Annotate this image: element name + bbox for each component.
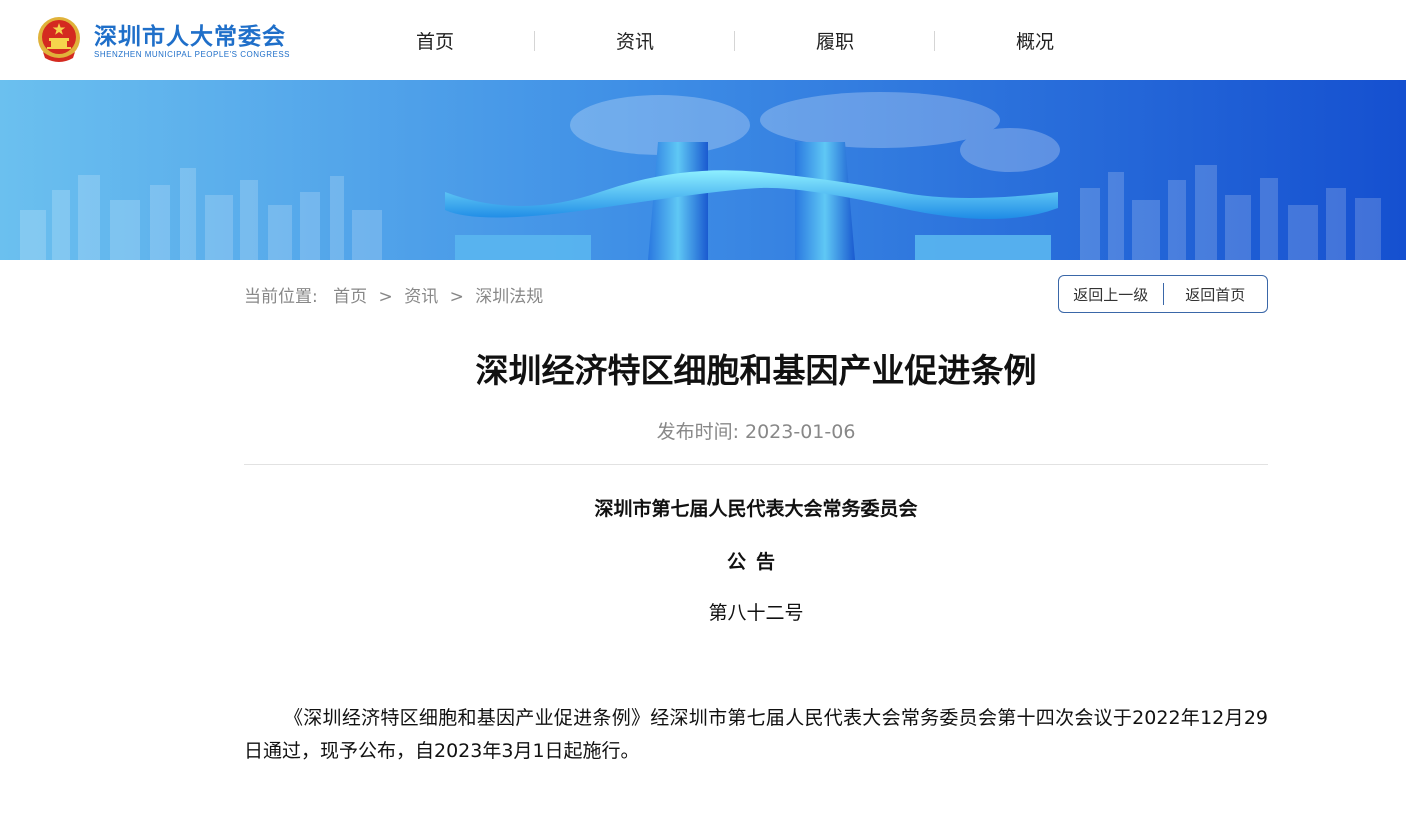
- breadcrumb-separator: >: [449, 287, 464, 307]
- breadcrumb-shenzhen-laws[interactable]: 深圳法规: [475, 287, 543, 307]
- issuer-heading: 深圳市第七届人民代表大会常务委员会: [594, 498, 918, 520]
- national-emblem-logo[interactable]: [37, 16, 81, 62]
- breadcrumb-label: 当前位置:: [244, 287, 318, 307]
- publish-date: 发布时间: 2023-01-06: [656, 421, 856, 443]
- nav-overview[interactable]: 概况: [934, 27, 1135, 54]
- title-divider: [244, 464, 1268, 465]
- header-banner: [0, 80, 1406, 260]
- nav-home[interactable]: 首页: [335, 27, 535, 54]
- banner-illustration: [0, 80, 1406, 260]
- breadcrumb-separator: >: [378, 287, 393, 307]
- main-nav: 首页 资讯 履职 概况: [335, 0, 1135, 80]
- article-title: 深圳经济特区细胞和基因产业促进条例: [475, 351, 1037, 390]
- nav-button-group: 返回上一级 返回首页: [1058, 275, 1268, 313]
- site-header: 深圳市人大常委会 SHENZHEN MUNICIPAL PEOPLE'S CON…: [0, 0, 1406, 80]
- breadcrumb: 当前位置: 首页 > 资讯 > 深圳法规: [244, 282, 543, 307]
- notice-number: 第八十二号: [708, 602, 804, 624]
- nav-duties[interactable]: 履职: [734, 27, 935, 54]
- site-title[interactable]: 深圳市人大常委会: [94, 17, 286, 51]
- home-button[interactable]: 返回首页: [1164, 284, 1268, 305]
- notice-heading: 公告: [726, 551, 785, 573]
- breadcrumb-news[interactable]: 资讯: [404, 287, 438, 307]
- article-body: 《深圳经济特区细胞和基因产业促进条例》经深圳市第七届人民代表大会常务委员会第十四…: [244, 707, 1268, 762]
- breadcrumb-home[interactable]: 首页: [333, 287, 367, 307]
- site-subtitle: SHENZHEN MUNICIPAL PEOPLE'S CONGRESS: [94, 50, 291, 59]
- back-button[interactable]: 返回上一级: [1059, 284, 1163, 305]
- nav-news[interactable]: 资讯: [534, 27, 735, 54]
